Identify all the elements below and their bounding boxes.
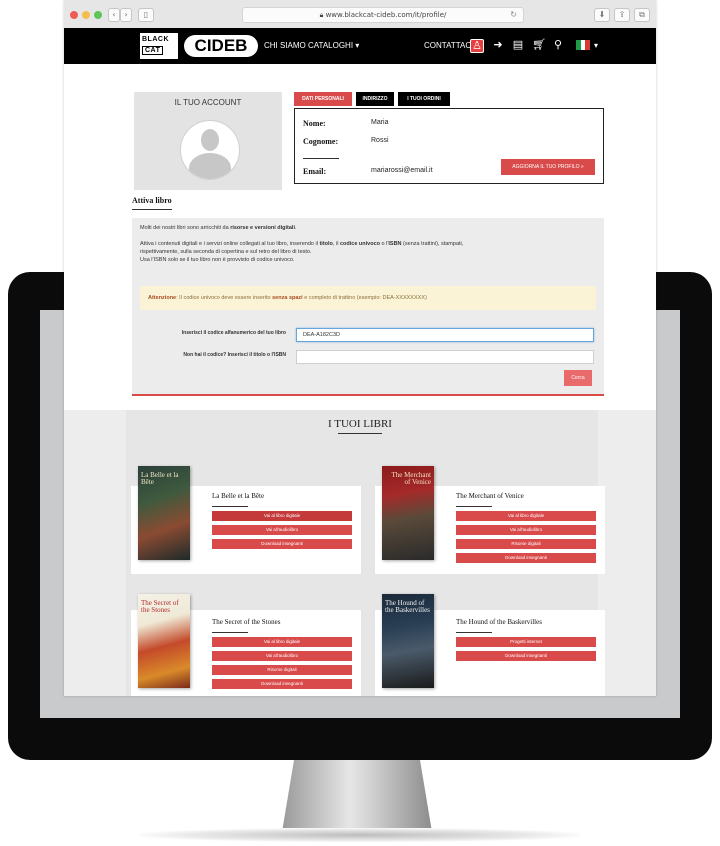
cover-title: The Hound of the Baskervilles [385,599,430,614]
book-title: La Belle et la Bête [212,492,265,500]
divider [212,506,248,507]
book-cover[interactable]: The Secret of the Stones [138,594,190,688]
back-icon[interactable]: ‹ [108,8,120,22]
nav-cataloghi[interactable]: CATALOGHI ▾ [308,41,359,50]
tab-dati-personali[interactable]: DATI PERSONALI [294,92,352,106]
tabs-icon[interactable]: ⧉ [634,8,650,22]
book-icon[interactable]: ▤ [512,39,524,51]
digital-book-button[interactable]: Vai al libro digitale [456,511,596,521]
divider [338,433,382,434]
share-icon[interactable]: ⇪ [614,8,630,22]
nome-value: Maria [371,119,389,126]
avatar [180,120,240,180]
divider [456,506,492,507]
cerca-button[interactable]: Cerca [564,370,592,386]
book-cover[interactable]: La Belle et la Bête [138,466,190,560]
instructions-line-1: Attiva i contenuti digitali e i servizi … [140,241,464,247]
divider [456,632,492,633]
chevron-down-icon[interactable]: ▾ [594,41,598,50]
teacher-download-button[interactable]: Download insegnanti [212,679,352,689]
italian-flag-icon[interactable] [576,40,591,50]
profile-details: Nome: Maria Cognome: Rossi Email: mariar… [294,108,604,184]
email-label: Email: [303,167,327,176]
warning-box: Attenzione: Il codice univoco deve esser… [140,286,596,310]
cideb-logo[interactable]: CIDEB [184,35,258,57]
site-header: BLACK CAT CIDEB CHI SIAMO CATALOGHI ▾ CO… [64,28,656,64]
book-title: The Merchant of Venice [456,492,524,500]
isbn-input[interactable] [296,350,594,364]
logout-icon[interactable]: ➜ [492,39,504,51]
maximize-window-button[interactable] [94,11,102,19]
cognome-value: Rossi [371,137,389,144]
reload-icon[interactable]: ↻ [510,8,517,22]
url-text: www.blackcat-cideb.com/it/profile/ [325,11,447,19]
account-card: IL TUO ACCOUNT [134,92,282,190]
cognome-label: Cognome: [303,137,339,146]
digital-book-button[interactable]: Vai al libro digitale [212,637,352,647]
teacher-download-button[interactable]: Download insegnanti [456,553,596,563]
browser-window: ‹ › ▯ 🔒︎ www.blackcat-cideb.com/it/profi… [64,0,656,696]
digital-book-button[interactable]: Vai al libro digitale [212,511,352,521]
account-title: IL TUO ACCOUNT [174,98,242,107]
close-window-button[interactable] [70,11,78,19]
audiobook-button[interactable]: Vai all'audiolibro [212,651,352,661]
tab-indirizzo[interactable]: INDIRIZZO [356,92,394,106]
audiobook-button[interactable]: Vai all'audiolibro [212,525,352,535]
code-label: Inserisci il codice alfanumerico del tuo… [181,330,286,336]
cover-title: The Secret of the Stones [141,599,179,614]
cart-icon[interactable]: 🛒︎ [532,39,546,51]
logo-cat-text: CAT [142,46,164,55]
attiva-panel: Molti dei nostri libri sono arricchiti d… [132,218,604,396]
forward-icon[interactable]: › [120,8,132,22]
blackcat-logo[interactable]: BLACK CAT [132,33,178,59]
attiva-heading: Attiva libro [132,196,172,205]
divider [212,632,248,633]
teacher-download-button[interactable]: Download insegnanti [212,539,352,549]
book-title: The Secret of the Stones [212,618,281,626]
digital-resources-button[interactable]: Risorse digitali [456,539,596,549]
tab-ordini[interactable]: I TUOI ORDINI [398,92,450,106]
book-cover[interactable]: The Hound of the Baskervilles [382,594,434,688]
avatar-body [189,153,231,179]
cat-icon [132,33,140,59]
instructions-line-2: rispettivamente, sulla seconda di copert… [140,249,312,255]
browser-toolbar: ‹ › ▯ 🔒︎ www.blackcat-cideb.com/it/profi… [64,0,656,29]
user-icon[interactable]: ♙ [470,39,484,53]
stand-shadow [140,828,580,842]
address-bar[interactable]: 🔒︎ www.blackcat-cideb.com/it/profile/ ↻ [242,7,524,23]
logo-black-text: BLACK [142,36,169,43]
cover-title: La Belle et la Bête [141,471,179,486]
update-profile-button[interactable]: AGGIORNA IL TUO PROFILO » [501,159,595,175]
divider [303,158,339,159]
minimize-window-button[interactable] [82,11,90,19]
code-input[interactable]: DEA-A182C3D [296,328,594,342]
nome-label: Nome: [303,119,326,128]
email-value: mariarossi@email.it [371,167,433,174]
libri-title: I TUOI LIBRI [328,418,392,430]
search-icon[interactable]: ⚲ [552,39,564,51]
internet-projects-button[interactable]: Progetti internet [456,637,596,647]
audiobook-button[interactable]: Vai all'audiolibro [456,525,596,535]
flag-red [585,40,591,50]
book-title: The Hound of the Baskervilles [456,618,542,626]
download-icon[interactable]: ⬇ [594,8,610,22]
instructions-line-3: Usa l'ISBN solo se il tuo libro non è pr… [140,257,295,263]
isbn-label: Non hai il codice? Inserisci il titolo o… [183,352,286,358]
divider [132,209,172,210]
nav-chi-siamo[interactable]: CHI SIAMO [264,41,306,50]
monitor-stand [282,760,432,832]
book-cover[interactable]: The Merchant of Venice [382,466,434,560]
avatar-head [201,129,219,151]
sidebar-icon[interactable]: ▯ [138,8,154,22]
teacher-download-button[interactable]: Download insegnanti [456,651,596,661]
digital-resources-button[interactable]: Risorse digitali [212,665,352,675]
cover-title: The Merchant of Venice [391,471,431,486]
nav-contattaci[interactable]: CONTATTACI [424,41,473,50]
intro-text: Molti dei nostri libri sono arricchiti d… [140,225,297,231]
